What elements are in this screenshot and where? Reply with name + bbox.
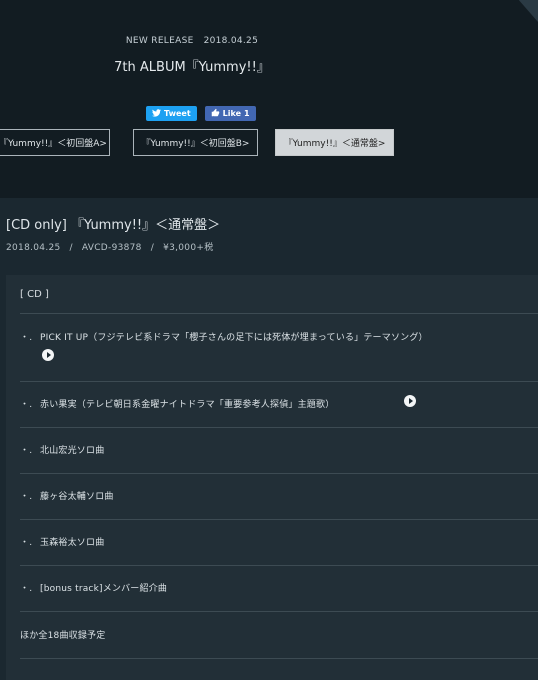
divider — [20, 565, 538, 566]
social-buttons: Tweet Like 1 — [146, 106, 256, 121]
track-title: [bonus track]メンバー紹介曲 — [40, 584, 168, 594]
track-bullet: ・. — [20, 538, 33, 548]
track-bullet: ・. — [20, 400, 33, 410]
track-bullet: ・. — [20, 584, 33, 594]
divider — [20, 519, 538, 520]
track-bullet: ・. — [20, 333, 33, 343]
tracklist-note: ほか全18曲収録予定 — [20, 631, 106, 641]
track-item: ・. [bonus track]メンバー紹介曲 — [20, 581, 538, 594]
track-title: 玉森裕太ソロ曲 — [40, 538, 105, 548]
disc-label: [ CD ] — [20, 289, 49, 300]
edition-tab-limited-a[interactable]: 『Yummy!!』＜初回盤A> — [0, 129, 110, 156]
track-item: ・. 赤い果実（テレビ朝日系金曜ナイトドラマ「重要参考人探偵」主題歌） — [20, 397, 538, 410]
product-title: [CD only] 『Yummy!!』＜通常盤＞ — [6, 218, 221, 233]
like-count: 1 — [244, 109, 250, 118]
divider — [20, 658, 538, 659]
release-date: 2018.04.25 — [203, 36, 259, 46]
track-item: ・. 北山宏光ソロ曲 — [20, 443, 538, 456]
product-catalog: AVCD-93878 — [81, 243, 142, 253]
meta-separator: / — [69, 243, 73, 253]
release-header: NEW RELEASE 2018.04.25 7th ALBUM『Yummy!!』… — [0, 0, 538, 198]
like-button[interactable]: Like 1 — [204, 106, 256, 121]
track-bullet: ・. — [20, 492, 33, 502]
release-line: NEW RELEASE 2018.04.25 — [0, 36, 384, 46]
product-meta: 2018.04.25 / AVCD-93878 / ¥3,000+税 — [6, 240, 214, 253]
track-title: 藤ヶ谷太輔ソロ曲 — [40, 492, 114, 502]
play-icon[interactable] — [404, 395, 416, 407]
track-item: ・. 玉森裕太ソロ曲 — [20, 535, 538, 548]
edition-tab-limited-b[interactable]: 『Yummy!!』＜初回盤B> — [133, 129, 258, 156]
track-bullet: ・. — [20, 446, 33, 456]
play-icon[interactable] — [42, 349, 54, 361]
like-label: Like — [222, 109, 242, 118]
track-item: ・. PICK IT UP（フジテレビ系ドラマ「櫻子さんの足下には死体が埋まってい… — [20, 330, 538, 343]
track-title: 北山宏光ソロ曲 — [40, 446, 105, 456]
track-title: PICK IT UP（フジテレビ系ドラマ「櫻子さんの足下には死体が埋まっている」… — [40, 333, 428, 343]
divider — [20, 473, 538, 474]
tweet-button[interactable]: Tweet — [146, 106, 197, 121]
meta-separator: / — [150, 243, 155, 253]
thumbs-up-icon — [211, 108, 220, 119]
track-item: ・. 藤ヶ谷太輔ソロ曲 — [20, 489, 538, 502]
twitter-bird-icon — [152, 108, 161, 119]
divider — [20, 381, 538, 382]
tweet-label: Tweet — [164, 109, 191, 118]
divider — [20, 611, 538, 612]
divider — [20, 313, 538, 314]
product-date: 2018.04.25 — [6, 243, 61, 253]
product-price: ¥3,000+税 — [163, 243, 214, 253]
edition-tab-regular[interactable]: 『Yummy!!』＜通常盤> — [275, 129, 394, 156]
corner-decoration — [518, 0, 538, 22]
tracklist-panel: [ CD ] ・. PICK IT UP（フジテレビ系ドラマ「櫻子さんの足下には死… — [6, 275, 538, 680]
divider — [20, 427, 538, 428]
album-title: 7th ALBUM『Yummy!!』 — [114, 60, 270, 75]
release-label: NEW RELEASE — [125, 36, 194, 46]
track-title: 赤い果実（テレビ朝日系金曜ナイトドラマ「重要参考人探偵」主題歌） — [40, 400, 335, 410]
